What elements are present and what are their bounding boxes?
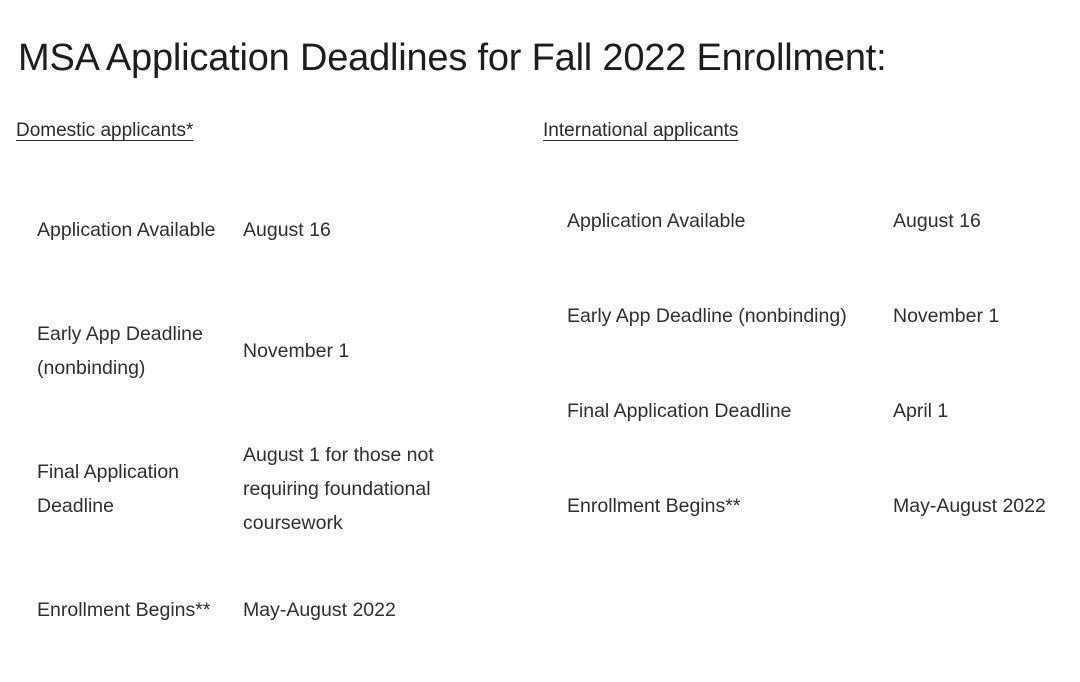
row-value: May-August 2022 (243, 599, 396, 621)
row-label: Application Available (567, 210, 746, 232)
deadlines-page: MSA Application Deadlines for Fall 2022 … (0, 0, 1080, 682)
row-label: Final Application Deadline (567, 400, 792, 422)
column-domestic-applicants: Domestic applicants* Application Availab… (16, 118, 536, 662)
table-row: Application Available August 16 (16, 178, 536, 282)
row-value: August 1 for those not requiring foundat… (243, 444, 434, 534)
column-header-international: International applicants (543, 120, 739, 141)
column-header-domestic: Domestic applicants* (16, 120, 194, 141)
table-row: Enrollment Begins** May-August 2022 (543, 454, 1063, 558)
page-title: MSA Application Deadlines for Fall 2022 … (18, 37, 887, 80)
domestic-rows: Application Available August 16 Early Ap… (16, 178, 536, 662)
column-international-applicants: International applicants Application Ava… (543, 118, 1063, 558)
row-label: Enrollment Begins** (37, 599, 211, 621)
table-row: Final Application Deadline April 1 (543, 368, 1063, 454)
row-value: August 16 (243, 219, 331, 241)
table-row: Early App Deadline (nonbinding) November… (16, 282, 536, 420)
international-rows: Application Available August 16 Early Ap… (543, 178, 1063, 558)
row-value: November 1 (243, 340, 350, 362)
row-label: Early App Deadline (nonbinding) (567, 305, 847, 327)
row-value: August 16 (893, 210, 981, 232)
table-row: Application Available August 16 (543, 178, 1063, 264)
row-value: November 1 (893, 305, 1000, 327)
row-value: April 1 (893, 400, 949, 422)
row-label: Early App Deadline (nonbinding) (37, 323, 203, 379)
row-label: Enrollment Begins** (567, 495, 741, 517)
row-value: May-August 2022 (893, 495, 1046, 517)
row-label: Application Available (37, 219, 216, 241)
table-row: Early App Deadline (nonbinding) November… (543, 264, 1063, 368)
row-label: Final Application Deadline (37, 461, 180, 517)
table-row: Final Application Deadline August 1 for … (16, 420, 536, 558)
table-row: Enrollment Begins** May-August 2022 (16, 558, 536, 662)
